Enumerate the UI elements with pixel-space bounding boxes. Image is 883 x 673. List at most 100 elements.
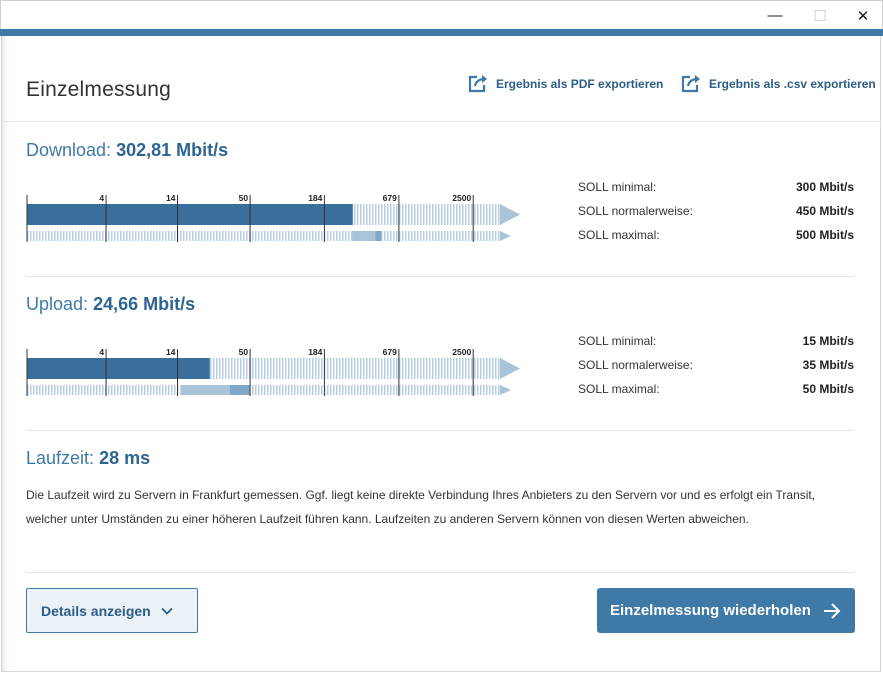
gauge-stripe	[408, 231, 410, 241]
gauge-stripe	[93, 231, 95, 241]
gauge-stripe	[375, 358, 377, 379]
upload-soll-table: SOLL minimal: 15 Mbit/s SOLL normalerweis…	[578, 329, 854, 401]
soll-value: 35 Mbit/s	[802, 358, 854, 372]
gauge-stripe	[162, 385, 164, 395]
gauge-stripe	[396, 385, 398, 395]
gauge-stripe	[210, 358, 212, 379]
gauge-stripe	[348, 358, 350, 379]
laufzeit-value: 28 ms	[99, 448, 151, 468]
gauge-stripe	[405, 358, 407, 379]
gauge-stripe	[330, 385, 332, 395]
gauge-stripe	[234, 231, 236, 241]
gauge-stripe	[171, 231, 173, 241]
soll-value: 15 Mbit/s	[802, 334, 854, 348]
gauge-stripe	[453, 231, 455, 241]
section-divider	[26, 430, 854, 431]
gauge-stripe	[132, 231, 134, 241]
gauge-stripe	[429, 385, 431, 395]
gauge-stripe	[393, 204, 395, 225]
upload-gauge-svg: 4 14 50 184 679 2500	[26, 347, 520, 396]
gauge-stripe	[33, 231, 35, 241]
gauge-stripe	[129, 231, 131, 241]
gauge-stripe	[150, 231, 152, 241]
gauge-stripe	[480, 231, 482, 241]
minimize-icon[interactable]: —	[753, 1, 797, 30]
gauge-stripe	[147, 385, 149, 395]
gauge-stripe	[264, 231, 266, 241]
gauge-stripe	[204, 231, 206, 241]
gauge-stripe	[231, 358, 233, 379]
gauge-stripe	[60, 385, 62, 395]
gauge-stripe	[156, 385, 158, 395]
gauge-stripe	[99, 385, 101, 395]
gauge-stripe	[405, 204, 407, 225]
gauge-stripe	[369, 385, 371, 395]
repeat-measurement-button[interactable]: Einzelmessung wiederholen	[597, 588, 855, 633]
close-icon[interactable]: ✕	[841, 1, 883, 30]
gauge-stripe	[261, 385, 263, 395]
gauge-stripe	[132, 385, 134, 395]
gauge-stripe	[36, 385, 38, 395]
gauge-stripe	[153, 385, 155, 395]
gauge-stripe	[192, 231, 194, 241]
download-gauge: 4 14 50 184 679 2500	[26, 186, 522, 246]
gauge-stripe	[321, 358, 323, 379]
gauge-stripe	[489, 204, 491, 225]
gauge-stripe	[240, 231, 242, 241]
gauge-stripe	[198, 231, 200, 241]
gauge-stripe	[453, 385, 455, 395]
gauge-stripe	[195, 231, 197, 241]
gauge-stripe	[393, 231, 395, 241]
gauge-stripe	[321, 385, 323, 395]
scale-tick-label: 184	[308, 347, 322, 357]
gauge-stripe	[489, 385, 491, 395]
gauge-stripe	[282, 385, 284, 395]
gauge-stripe	[300, 358, 302, 379]
gauge-stripe	[294, 358, 296, 379]
details-button[interactable]: Details anzeigen	[26, 588, 198, 633]
gauge-stripe	[330, 358, 332, 379]
gauge-stripe	[423, 385, 425, 395]
download-label: Download:	[26, 140, 112, 160]
gauge-stripe	[459, 204, 461, 225]
gauge-stripe	[336, 231, 338, 241]
gauge-stripe	[438, 204, 440, 225]
gauge-stripe	[180, 385, 182, 395]
gauge-stripe	[261, 358, 263, 379]
gauge-stripe	[495, 204, 497, 225]
gauge-stripe	[75, 231, 77, 241]
gauge-stripe	[441, 231, 443, 241]
laufzeit-title: Laufzeit: 28 ms	[26, 448, 150, 469]
gauge-stripe	[390, 358, 392, 379]
gauge-stripe	[297, 358, 299, 379]
gauge-stripe	[342, 358, 344, 379]
export-csv-link[interactable]: Ergebnis als .csv exportieren	[681, 74, 876, 93]
gauge-stripe	[456, 358, 458, 379]
export-pdf-link[interactable]: Ergebnis als PDF exportieren	[468, 74, 663, 93]
soll-row: SOLL normalerweise: 35 Mbit/s	[578, 353, 854, 377]
gauge-stripe	[294, 231, 296, 241]
gauge-stripe	[405, 385, 407, 395]
gauge-stripe	[492, 231, 494, 241]
gauge-stripe	[318, 231, 320, 241]
gauge-stripe	[387, 231, 389, 241]
gauge-stripe	[417, 204, 419, 225]
gauge-stripe	[423, 204, 425, 225]
gauge-stripe	[264, 385, 266, 395]
gauge-stripe	[435, 204, 437, 225]
gauge-stripe	[291, 385, 293, 395]
gauge-stripe	[489, 231, 491, 241]
gauge-stripe	[60, 231, 62, 241]
gauge-stripe	[96, 385, 98, 395]
gauge-stripe	[255, 385, 257, 395]
upload-value: 24,66 Mbit/s	[93, 294, 196, 314]
gauge-arrow	[500, 385, 511, 395]
soll-value: 450 Mbit/s	[795, 204, 854, 218]
gauge-stripe	[159, 385, 161, 395]
upload-gauge: 4 14 50 184 679 2500	[26, 340, 522, 400]
soll-normal-bar	[352, 231, 376, 241]
gauge-stripe	[435, 231, 437, 241]
gauge-stripe	[93, 385, 95, 395]
measured-bar	[27, 204, 353, 225]
maximize-icon[interactable]: ☐	[798, 1, 842, 30]
